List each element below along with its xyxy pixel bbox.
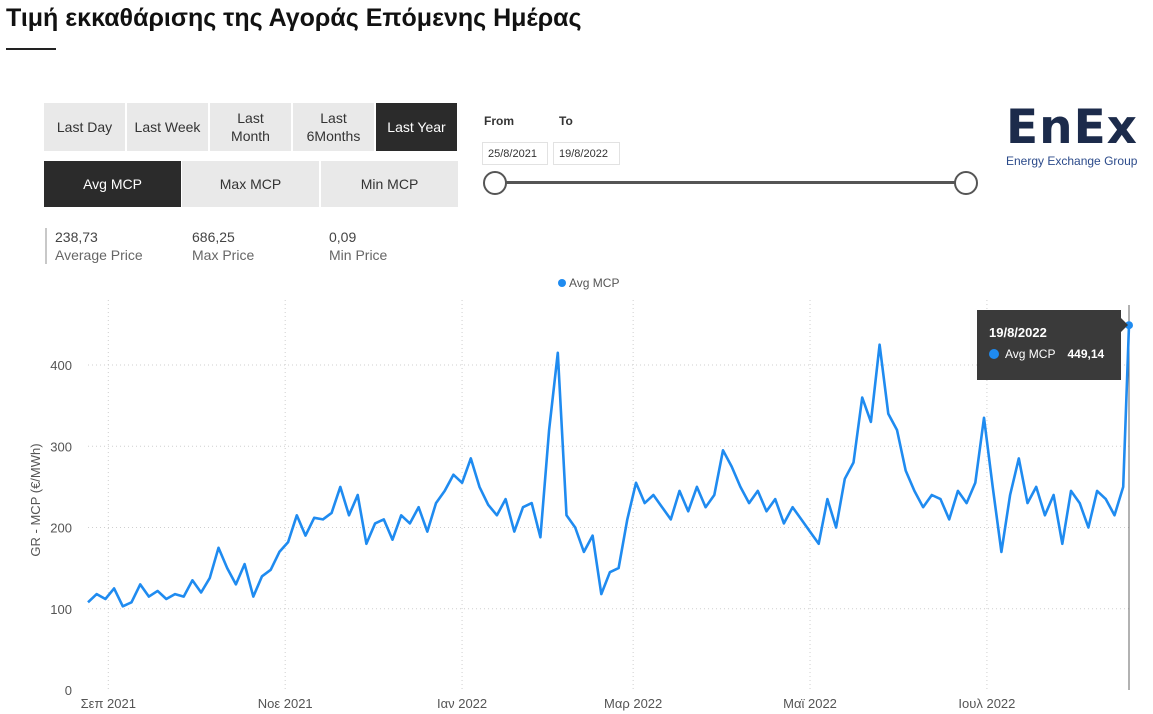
enex-logo: EnEx Energy Exchange Group (1006, 102, 1142, 174)
tooltip-arrow (1121, 318, 1128, 332)
last-6months-button[interactable]: Last 6Months (293, 103, 374, 151)
legend-label: Avg MCP (569, 276, 620, 290)
y-tick-label: 0 (65, 683, 72, 698)
logo-wordmark: EnEx (1006, 100, 1138, 155)
kpi-max: 686,25 Max Price (192, 228, 254, 264)
kpi-average-label: Average Price (55, 247, 143, 263)
y-tick-label: 200 (50, 521, 72, 536)
from-label: From (484, 114, 514, 128)
y-tick-label: 100 (50, 602, 72, 617)
date-range-slider-track[interactable] (495, 181, 965, 184)
tooltip-date: 19/8/2022 (989, 325, 1047, 340)
from-date-input[interactable]: 25/8/2021 (482, 142, 548, 165)
kpi-max-label: Max Price (192, 247, 255, 263)
last-month-button[interactable]: Last Month (210, 103, 291, 151)
max-mcp-button[interactable]: Max MCP (182, 161, 319, 207)
tooltip-series: Avg MCP (1005, 347, 1056, 361)
chart-legend: Avg MCP (558, 276, 619, 290)
x-tick-label: Μαρ 2022 (604, 696, 662, 711)
last-year-button[interactable]: Last Year (376, 103, 457, 151)
to-date-input[interactable]: 19/8/2022 (553, 142, 620, 165)
kpi-min-value: 0,09 (329, 229, 357, 245)
avg-mcp-button[interactable]: Avg MCP (44, 161, 181, 207)
to-label: To (559, 114, 573, 128)
x-tick-label: Μαϊ 2022 (783, 696, 837, 711)
y-tick-label: 300 (50, 439, 72, 454)
series-line-avg-mcp[interactable] (87, 325, 1131, 608)
min-mcp-button[interactable]: Min MCP (321, 161, 458, 207)
kpi-max-value: 686,25 (192, 229, 235, 245)
x-tick-label: Νοε 2021 (258, 696, 313, 711)
slider-end-handle[interactable] (954, 171, 978, 195)
y-axis-title: GR - MCP (€/MWh) (28, 443, 43, 556)
kpi-divider (45, 228, 47, 264)
tooltip-row: Avg MCP 449,14 (989, 347, 1109, 361)
legend-marker (558, 279, 566, 287)
kpi-average: 238,73 Average Price (55, 228, 143, 264)
tooltip-marker (989, 349, 999, 359)
page-title: Τιμή εκκαθάρισης της Αγοράς Επόμενης Ημέ… (6, 4, 582, 32)
last-day-button[interactable]: Last Day (44, 103, 125, 151)
tooltip-value: 449,14 (1067, 347, 1105, 361)
chart-tooltip: 19/8/2022 Avg MCP 449,14 (977, 310, 1121, 380)
kpi-min-label: Min Price (329, 247, 388, 263)
kpi-average-value: 238,73 (55, 229, 98, 245)
last-week-button[interactable]: Last Week (127, 103, 208, 151)
x-tick-label: Ιαν 2022 (437, 696, 487, 711)
y-tick-label: 400 (50, 358, 72, 373)
x-tick-label: Ιουλ 2022 (958, 696, 1015, 711)
kpi-min: 0,09 Min Price (329, 228, 387, 264)
logo-subtitle: Energy Exchange Group (1006, 154, 1138, 168)
x-tick-label: Σεπ 2021 (81, 696, 136, 711)
title-underline (6, 48, 56, 50)
slider-start-handle[interactable] (483, 171, 507, 195)
